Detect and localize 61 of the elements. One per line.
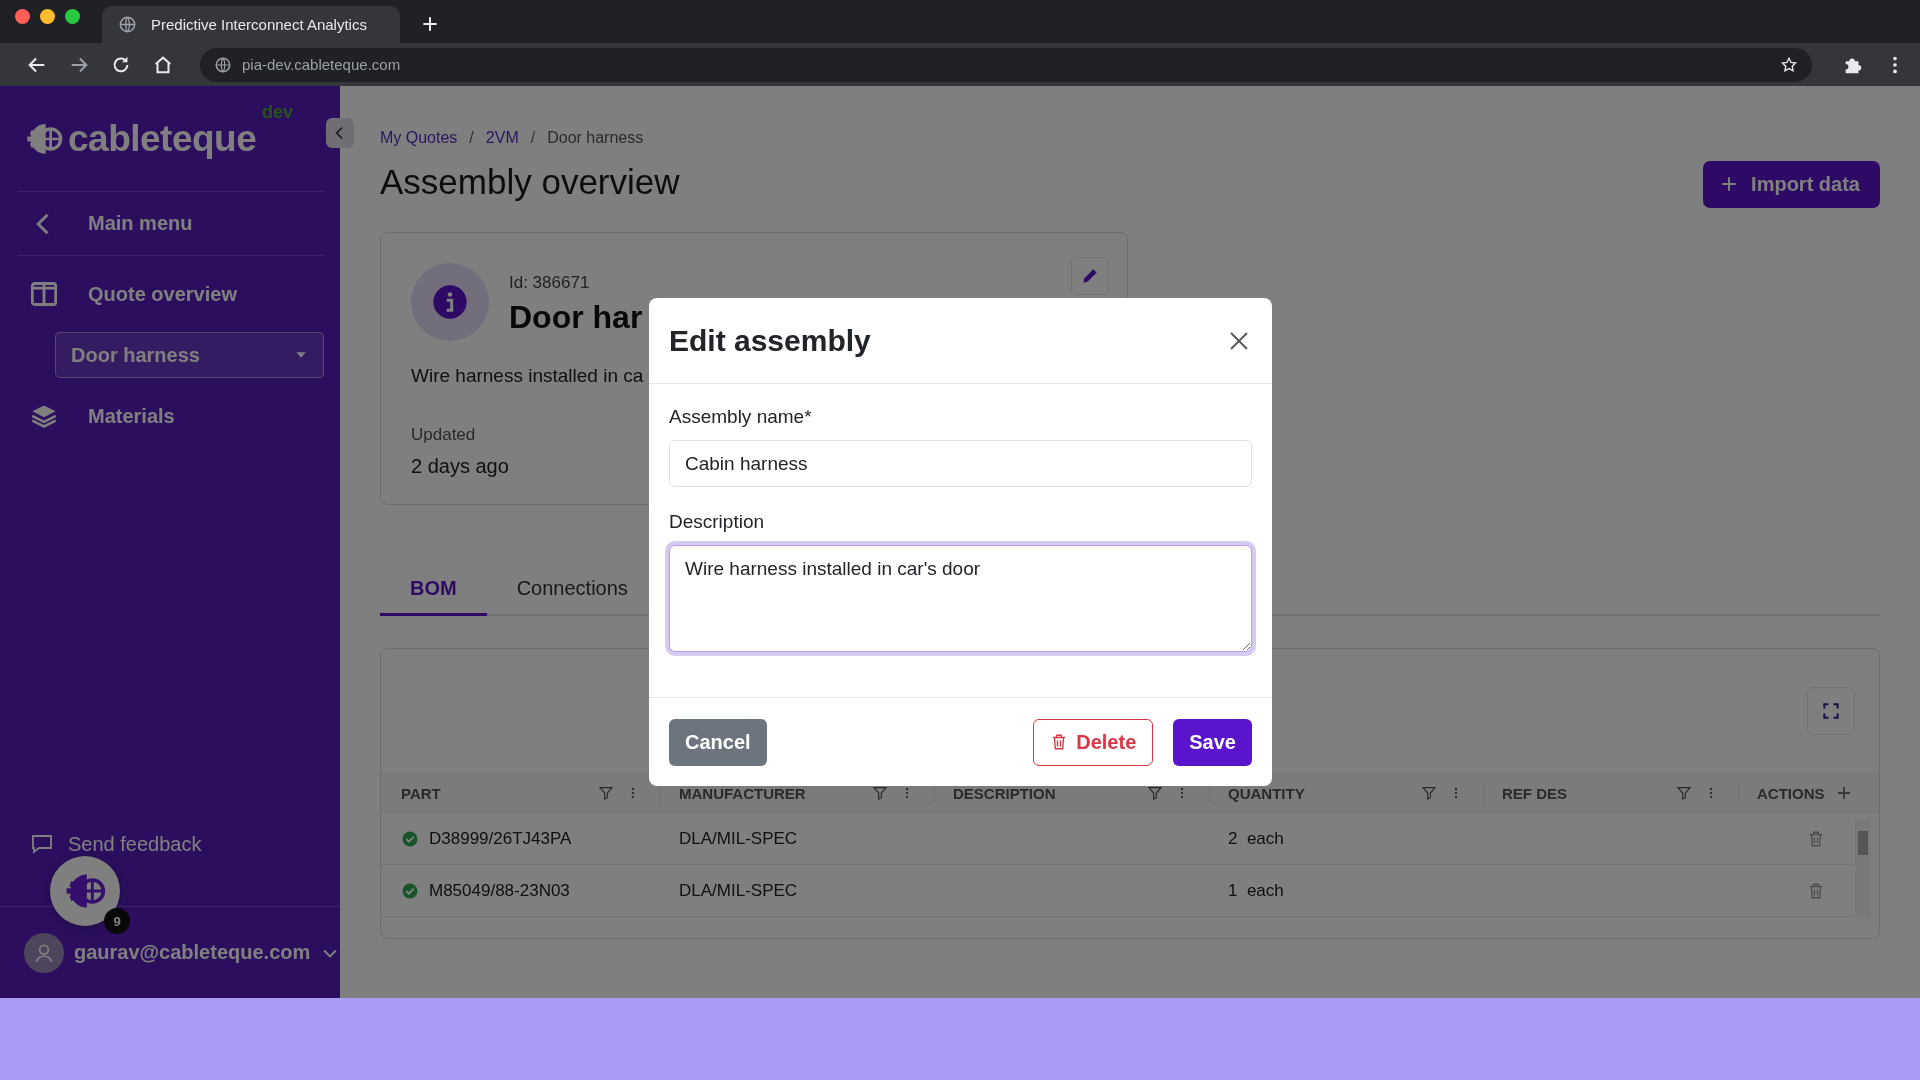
save-button[interactable]: Save: [1173, 718, 1252, 766]
address-bar[interactable]: pia-dev.cableteque.com: [200, 47, 1812, 82]
field-label: Assembly name*: [669, 406, 813, 428]
window-zoom-button[interactable]: [65, 9, 80, 24]
filter-icon[interactable]: [1147, 785, 1163, 801]
new-tab-icon[interactable]: [420, 14, 440, 34]
star-icon[interactable]: [1780, 55, 1798, 74]
sidebar-item[interactable]: Quote overview: [18, 256, 324, 332]
field-label: Description: [669, 511, 766, 533]
browser-tab[interactable]: Predictive Interconnect Analytics: [102, 6, 400, 43]
assembly-id: Id: 386671: [509, 272, 590, 293]
page-title: Assembly overview: [380, 162, 680, 202]
description-field[interactable]: Wire harness installed in car's door: [669, 545, 1252, 652]
updated-value: 2 days ago: [411, 455, 509, 478]
globe-icon: [214, 55, 232, 74]
assembly-name: Door har: [509, 298, 643, 336]
environment-label: dev: [262, 102, 294, 123]
column-header[interactable]: DESCRIPTION: [953, 784, 1056, 802]
column-header[interactable]: ACTIONS: [1757, 784, 1825, 802]
filter-icon[interactable]: [872, 785, 888, 801]
delete-button[interactable]: Delete: [1033, 718, 1154, 766]
chat-bubble-icon: [30, 832, 54, 856]
table-cell: DLA/MIL-SPEC: [679, 828, 798, 849]
table-cell: DLA/MIL-SPEC: [679, 880, 798, 901]
name-field[interactable]: Cabin harness: [669, 440, 1252, 487]
pencil-icon: [1080, 266, 1100, 286]
import-data-button[interactable]: Import data: [1703, 160, 1880, 208]
collapse-sidebar-button[interactable]: [326, 118, 354, 148]
window-minimize-button[interactable]: [40, 9, 55, 24]
table-cell: D38999/26TJ43PA: [429, 828, 572, 849]
scrollbar[interactable]: [1855, 819, 1871, 919]
tab[interactable]: BOM: [380, 569, 487, 616]
logo-text: cableteque: [68, 117, 257, 160]
table-cell: 1 each: [1228, 880, 1284, 901]
breadcrumb-link[interactable]: 2VM: [485, 129, 519, 147]
assembly-description: Wire harness installed in ca: [411, 365, 644, 387]
breadcrumb-link[interactable]: My Quotes: [380, 129, 458, 147]
cancel-button[interactable]: Cancel: [669, 718, 767, 766]
column-header[interactable]: PART: [401, 784, 441, 802]
send-feedback-link[interactable]: Send feedback: [30, 832, 202, 856]
columns-icon: [30, 280, 58, 308]
sidebar-item[interactable]: Materials: [18, 378, 324, 454]
globe-icon: [118, 15, 137, 34]
fullscreen-button[interactable]: [1807, 687, 1855, 735]
updated-label: Updated: [411, 425, 476, 445]
column-header[interactable]: QUANTITY: [1228, 784, 1305, 802]
column-header[interactable]: REF DES: [1502, 784, 1567, 802]
breadcrumb-separator: /: [469, 129, 474, 147]
window-close-button[interactable]: [15, 9, 30, 24]
table-cell: 2 each: [1228, 828, 1284, 849]
table-cell: M85049/88-23N03: [429, 880, 570, 901]
dialog-title: Edit assembly: [669, 323, 871, 358]
helper-launcher-button[interactable]: [50, 856, 120, 926]
info-icon: [430, 282, 470, 322]
column-header[interactable]: MANUFACTURER: [679, 784, 806, 802]
breadcrumb-separator: /: [530, 129, 536, 147]
breadcrumb-current: Door harness: [547, 129, 644, 147]
edit-button[interactable]: [1071, 257, 1109, 295]
expand-icon: [1821, 701, 1841, 721]
notification-count: 9: [104, 908, 130, 934]
main-menu-link[interactable]: Main menu: [18, 192, 324, 256]
